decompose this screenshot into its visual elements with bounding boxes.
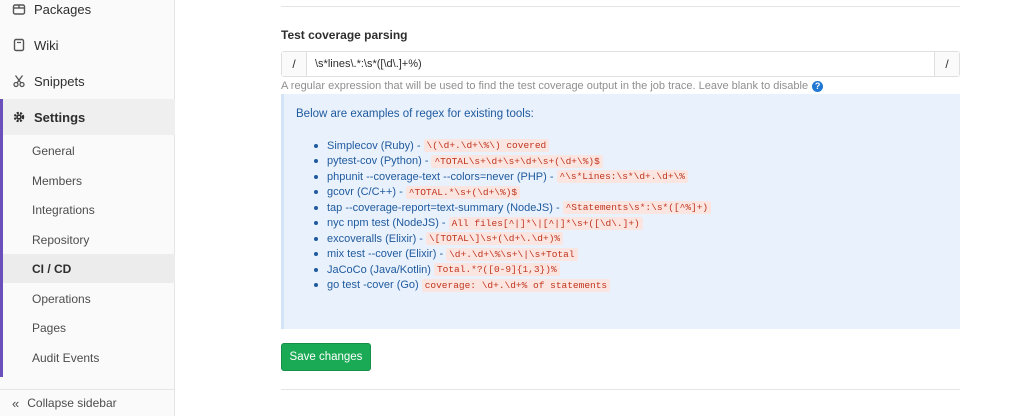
help-text-content: A regular expression that will be used t… — [281, 80, 809, 92]
coverage-help-text: A regular expression that will be used t… — [281, 80, 824, 92]
example-tool: phpunit --coverage-text --colors=never (… — [327, 170, 554, 183]
sidebar-subitem-ci-cd[interactable]: CI / CD — [3, 254, 175, 283]
sidebar-item-wiki[interactable]: Wiki — [0, 27, 175, 63]
example-tool: excoveralls (Elixir) - — [327, 232, 423, 245]
collapse-sidebar-label: Collapse sidebar — [27, 396, 117, 410]
list-item: go test -cover (Go) coverage: \d+.\d+% of… — [314, 278, 960, 294]
example-tool: nyc npm test (NodeJS) - — [327, 217, 446, 230]
sidebar-subitem-integrations[interactable]: Integrations — [32, 195, 175, 224]
example-tool: JaCoCo (Java/Kotlin) — [327, 263, 431, 276]
active-section-indicator — [0, 99, 3, 377]
sidebar-subitem-repository[interactable]: Repository — [32, 225, 175, 254]
sidebar-subitem-operations[interactable]: Operations — [32, 284, 175, 313]
regex-suffix-addon: / — [934, 52, 959, 76]
sidebar-subitem-members[interactable]: Members — [32, 166, 175, 195]
test-coverage-label: Test coverage parsing — [281, 28, 408, 42]
sidebar-subitem-pages[interactable]: Pages — [32, 313, 175, 342]
example-tool: go test -cover (Go) — [327, 279, 419, 292]
sidebar-item-label: Packages — [34, 1, 92, 17]
example-tool: tap --coverage-report=text-summary (Node… — [327, 201, 560, 214]
sidebar-item-label: Snippets — [34, 73, 85, 89]
list-item: pytest-cov (Python) - ^TOTAL\s+\d+\s+\d+\… — [314, 154, 960, 170]
list-item: Simplecov (Ruby) - \(\d+.\d+\%\) covered — [314, 138, 960, 154]
sidebar: Packages Wiki Snippets Settings General … — [0, 0, 175, 416]
sidebar-item-settings[interactable]: Settings — [0, 99, 175, 135]
coverage-regex-input-group: / / — [281, 51, 960, 77]
example-regex: ^TOTAL\s+\d+\s+\d+\s+(\d+\%)$ — [431, 154, 603, 168]
scissors-icon — [12, 74, 26, 88]
list-item: mix test --cover (Elixir) - \d+.\d+\%\s+\… — [314, 247, 960, 263]
sidebar-subitem-general[interactable]: General — [32, 136, 175, 165]
question-circle-icon[interactable]: ? — [812, 80, 824, 92]
example-regex: \d+.\d+\%\s+\|\s+Total — [446, 247, 578, 261]
regex-examples-box: Below are examples of regex for existing… — [281, 94, 960, 329]
list-item: JaCoCo (Java/Kotlin) Total.*?([0-9]{1,3})… — [314, 262, 960, 278]
example-tool: Simplecov (Ruby) - — [327, 139, 421, 152]
gear-icon — [12, 110, 26, 124]
example-regex: \[TOTAL\]\s+(\d+\.\d+)% — [425, 232, 564, 246]
example-regex: ^TOTAL.*\s+(\d+\%)$ — [405, 185, 521, 199]
example-tool: pytest-cov (Python) - — [327, 155, 429, 168]
list-item: excoveralls (Elixir) - \[TOTAL\]\s+(\d+\.… — [314, 231, 960, 247]
double-chevron-left-icon: « — [12, 395, 20, 411]
example-regex: coverage: \d+.\d+% of statements — [421, 278, 611, 292]
example-tool: mix test --cover (Elixir) - — [327, 248, 444, 261]
sidebar-subitem-audit-events[interactable]: Audit Events — [32, 343, 175, 372]
example-regex: ^\s*Lines:\s*\d+.\d+\% — [556, 170, 688, 184]
sidebar-item-label: Settings — [34, 109, 86, 125]
example-regex: Total.*?([0-9]{1,3})% — [433, 263, 560, 277]
regex-prefix-addon: / — [282, 52, 307, 76]
examples-title: Below are examples of regex for existing… — [296, 108, 534, 120]
book-icon — [12, 38, 26, 52]
package-icon — [12, 2, 26, 16]
examples-list: Simplecov (Ruby) - \(\d+.\d+\%\) covered … — [296, 138, 960, 293]
section-divider-bottom — [281, 389, 960, 390]
save-changes-button[interactable]: Save changes — [281, 343, 371, 371]
sidebar-item-label: Wiki — [34, 37, 59, 53]
example-regex: ^Statements\s*:\s*([^%]+) — [562, 201, 712, 215]
collapse-sidebar-button[interactable]: « Collapse sidebar — [0, 389, 175, 416]
section-divider-top — [281, 6, 960, 7]
list-item: phpunit --coverage-text --colors=never (… — [314, 169, 960, 185]
example-regex: All files[^|]*\|[^|]*\s+([\d\.]+) — [448, 216, 643, 230]
example-tool: gcovr (C/C++) - — [327, 186, 403, 199]
list-item: gcovr (C/C++) - ^TOTAL.*\s+(\d+\%)$ — [314, 185, 960, 201]
sidebar-item-snippets[interactable]: Snippets — [0, 63, 175, 99]
sidebar-item-packages[interactable]: Packages — [0, 0, 175, 27]
list-item: tap --coverage-report=text-summary (Node… — [314, 200, 960, 216]
list-item: nyc npm test (NodeJS) - All files[^|]*\|[… — [314, 216, 960, 232]
example-regex: \(\d+.\d+\%\) covered — [423, 139, 550, 153]
coverage-regex-input[interactable] — [307, 52, 934, 76]
